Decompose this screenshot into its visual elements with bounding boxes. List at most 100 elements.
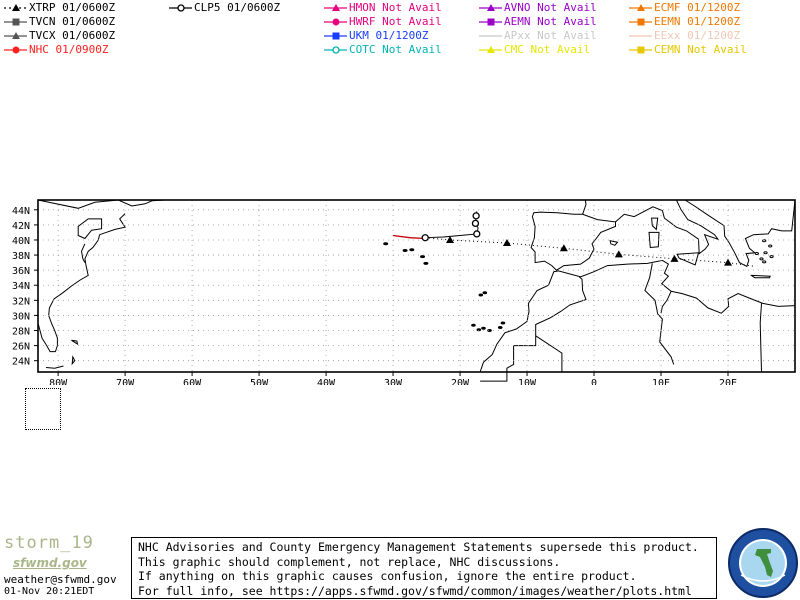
disclaimer-box: NHC Advisories and County Emergency Mana… <box>131 537 717 599</box>
lon-label: 50W <box>250 378 269 385</box>
legend-swatch-icon <box>4 18 27 26</box>
lat-label: 24N <box>12 357 30 368</box>
legend-marker <box>487 18 495 26</box>
forecast-tracks <box>393 211 755 267</box>
legend-swatch-icon <box>629 4 652 11</box>
legend-label: XTRP 01/0600Z <box>29 1 116 14</box>
legend-entry: HWRF Not Avail <box>323 15 473 29</box>
legend-entry: TVCN 01/0600Z <box>3 15 153 29</box>
legend-entry: CEMN Not Avail <box>628 43 778 57</box>
legend-swatch-icon <box>324 32 347 40</box>
legend-swatch-icon <box>629 46 652 54</box>
legend-label: HMON Not Avail <box>349 1 442 14</box>
legend-entry: COTC Not Avail <box>323 43 473 57</box>
legend-entry: XTRP 01/0600Z <box>3 1 153 15</box>
legend-swatch-icon <box>4 4 27 11</box>
lat-label: 42N <box>12 221 30 232</box>
legend-label: CMC Not Avail <box>504 43 591 56</box>
nhc-track-line <box>393 234 426 240</box>
legend-label: CLP5 01/0600Z <box>194 1 281 14</box>
axis-labels: 44N 42N 40N 38N 36N 34N 32N 30N 28N 26N 24N 80W 70W 6… <box>12 206 737 385</box>
legend-label: AVNO Not Avail <box>504 1 597 14</box>
legend-label: NHC 01/0900Z <box>29 43 109 56</box>
legend-label: HWRF Not Avail <box>349 15 442 28</box>
lon-label: 10W <box>518 378 537 385</box>
lon-label: 0 <box>591 378 597 385</box>
lat-label: 30N <box>12 311 30 322</box>
legend-marker <box>12 46 20 54</box>
lon-label: 20W <box>451 378 470 385</box>
legend-swatch-icon <box>324 4 347 11</box>
legend-swatch-icon <box>479 18 502 26</box>
clp5-marker <box>473 230 481 238</box>
legend-entry: ECMF 01/1200Z <box>628 1 778 15</box>
legend-swatch-icon <box>479 4 502 11</box>
xtrp-marker <box>614 250 623 258</box>
legend-label: COTC Not Avail <box>349 43 442 56</box>
legend-label: EEMN 01/1200Z <box>654 15 741 28</box>
xtrp-track-line <box>425 237 755 267</box>
xtrp-marker <box>670 254 679 262</box>
legend-marker <box>332 32 340 40</box>
legend-swatch-icon <box>629 18 652 26</box>
legend-entry: AEMN Not Avail <box>478 15 628 29</box>
legend-entry: UKM 01/1200Z <box>323 29 473 43</box>
lon-label: 30W <box>384 378 403 385</box>
legend-label: TVCN 01/0600Z <box>29 15 116 28</box>
legend-marker <box>177 4 185 12</box>
legend-entry: NHC 01/0900Z <box>3 43 153 57</box>
disclaimer-line: NHC Advisories and County Emergency Mana… <box>138 540 699 554</box>
legend-marker <box>332 46 340 54</box>
xtrp-marker <box>724 258 733 266</box>
inset-placeholder-box <box>25 388 61 430</box>
legend-entry: CMC Not Avail <box>478 43 628 57</box>
legend-marker <box>12 4 20 11</box>
lat-label: 32N <box>12 296 30 307</box>
legend-label: AEMN Not Avail <box>504 15 597 28</box>
legend-entry: HMON Not Avail <box>323 1 473 15</box>
lat-label: 40N <box>12 236 30 247</box>
map-frame <box>37 199 796 373</box>
lon-label: 80W <box>49 378 68 385</box>
legend-swatch-icon <box>324 18 347 26</box>
track-map: 44N 42N 40N 38N 36N 34N 32N 30N 28N 26N 24N 80W 70W 6… <box>12 199 796 385</box>
legend-label: TVCX 01/0600Z <box>29 29 116 42</box>
lat-label: 38N <box>12 251 30 262</box>
lon-label: 60W <box>183 378 202 385</box>
clp5-marker <box>472 212 480 220</box>
lon-label: 10E <box>652 378 670 385</box>
model-legend: XTRP 01/0600Z TVCN 01/0600Z TVCX 01/0600Z N… <box>0 0 800 60</box>
lon-label: 20E <box>719 378 737 385</box>
legend-marker <box>637 46 645 54</box>
lat-label: 44N <box>12 206 30 217</box>
legend-entry: TVCX 01/0600Z <box>3 29 153 43</box>
legend-marker <box>637 18 645 26</box>
legend-swatch-icon <box>479 35 502 37</box>
legend-marker <box>332 18 340 26</box>
legend-entry: EEMN 01/1200Z <box>628 15 778 29</box>
storm-id-label: storm_19 <box>4 533 94 553</box>
legend-entry: AVNO Not Avail <box>478 1 628 15</box>
legend-entry: CLP5 01/0600Z <box>168 1 318 15</box>
legend-label: CEMN Not Avail <box>654 43 747 56</box>
legend-entry: APxx Not Avail <box>478 29 628 43</box>
lat-lon-grid <box>38 200 795 372</box>
sfwmd-seal-icon <box>728 528 798 598</box>
xtrp-marker <box>502 239 511 246</box>
legend-marker <box>12 18 20 26</box>
disclaimer-line: This graphic should complement, not repl… <box>138 554 561 569</box>
lon-label: 40W <box>317 378 336 385</box>
disclaimer-line: For full info, see https://apps.sfwmd.go… <box>138 583 692 598</box>
legend-swatch-icon <box>324 46 347 54</box>
legend-label: EExx 01/1200Z <box>654 29 741 42</box>
lat-label: 26N <box>12 342 30 353</box>
legend-swatch-icon <box>4 46 27 54</box>
legend-swatch-icon <box>629 35 652 37</box>
contact-email: weather@sfwmd.gov <box>4 573 117 586</box>
legend-swatch-icon <box>4 32 27 39</box>
legend-label: ECMF 01/1200Z <box>654 1 741 14</box>
disclaimer-line: If anything on this graphic causes confu… <box>138 569 637 583</box>
sfwmd-logo: sfwmd.gov <box>13 556 87 570</box>
legend-swatch-icon <box>479 46 502 53</box>
legend-label: APxx Not Avail <box>504 29 597 42</box>
